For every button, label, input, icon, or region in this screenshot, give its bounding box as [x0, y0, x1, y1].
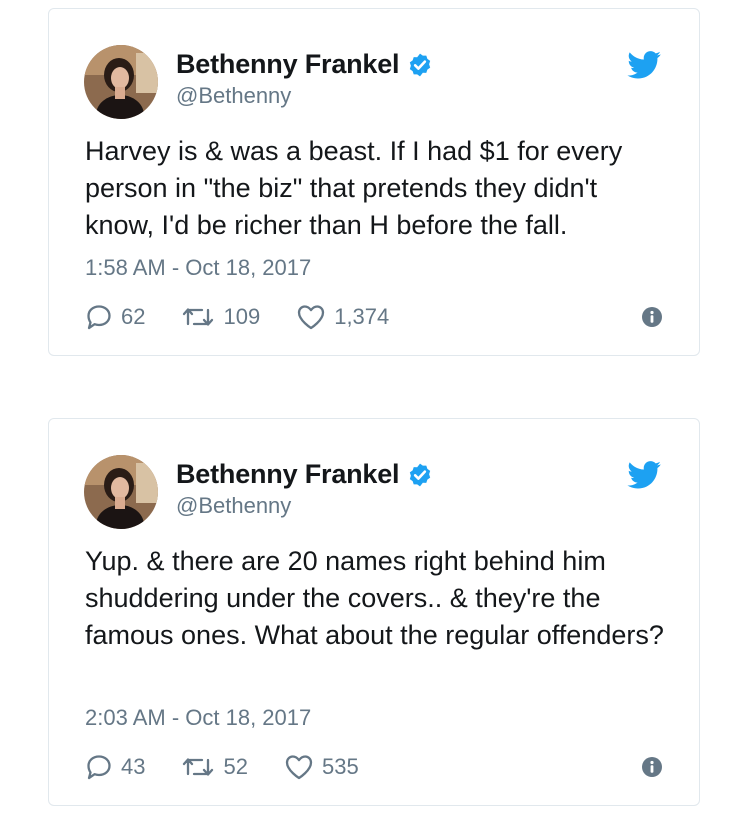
tweet-text: Harvey is & was a beast. If I had $1 for… — [85, 136, 623, 240]
display-name[interactable]: Bethenny Frankel — [176, 49, 400, 80]
reply-icon — [87, 755, 111, 780]
tweet-card[interactable]: Bethenny Frankel @Bethenny Yup. & there … — [48, 418, 700, 806]
display-name[interactable]: Bethenny Frankel — [176, 459, 400, 490]
user-handle[interactable]: @Bethenny — [176, 493, 291, 519]
tweet-timestamp[interactable]: 2:03 AM - Oct 18, 2017 — [85, 705, 311, 731]
heart-icon — [298, 305, 325, 330]
avatar[interactable] — [84, 45, 158, 119]
verified-badge-icon — [410, 53, 431, 76]
retweet-count: 109 — [223, 304, 261, 329]
twitter-bird-icon[interactable] — [627, 461, 661, 489]
info-icon — [642, 757, 662, 777]
tweet-actions: 62 109 1,374 — [85, 302, 663, 332]
retweet-button[interactable]: 52 — [181, 754, 248, 780]
like-button[interactable]: 535 — [284, 753, 359, 781]
reply-icon — [87, 305, 111, 330]
like-count: 1,374 — [334, 304, 390, 329]
retweet-count: 52 — [223, 754, 248, 779]
reply-count: 43 — [121, 754, 146, 779]
tweet-card[interactable]: Bethenny Frankel @Bethenny Harvey is & w… — [48, 8, 700, 356]
reply-button[interactable]: 62 — [85, 303, 145, 331]
info-icon — [642, 307, 662, 327]
retweet-icon — [183, 308, 214, 326]
retweet-button[interactable]: 109 — [181, 304, 260, 330]
retweet-icon — [183, 758, 214, 776]
verified-badge-icon — [410, 463, 431, 486]
info-button[interactable] — [641, 756, 663, 778]
like-button[interactable]: 1,374 — [296, 303, 389, 331]
heart-icon — [285, 755, 313, 780]
tweet-text: Yup. & there are 20 names right behind h… — [85, 546, 664, 650]
reply-button[interactable]: 43 — [85, 753, 145, 781]
reply-count: 62 — [121, 304, 146, 329]
avatar[interactable] — [84, 455, 158, 529]
like-count: 535 — [321, 754, 359, 779]
tweet-actions: 43 52 535 — [85, 752, 663, 782]
info-button[interactable] — [641, 306, 663, 328]
user-handle[interactable]: @Bethenny — [176, 83, 291, 109]
twitter-bird-icon[interactable] — [627, 51, 661, 79]
tweet-timestamp[interactable]: 1:58 AM - Oct 18, 2017 — [85, 255, 311, 281]
